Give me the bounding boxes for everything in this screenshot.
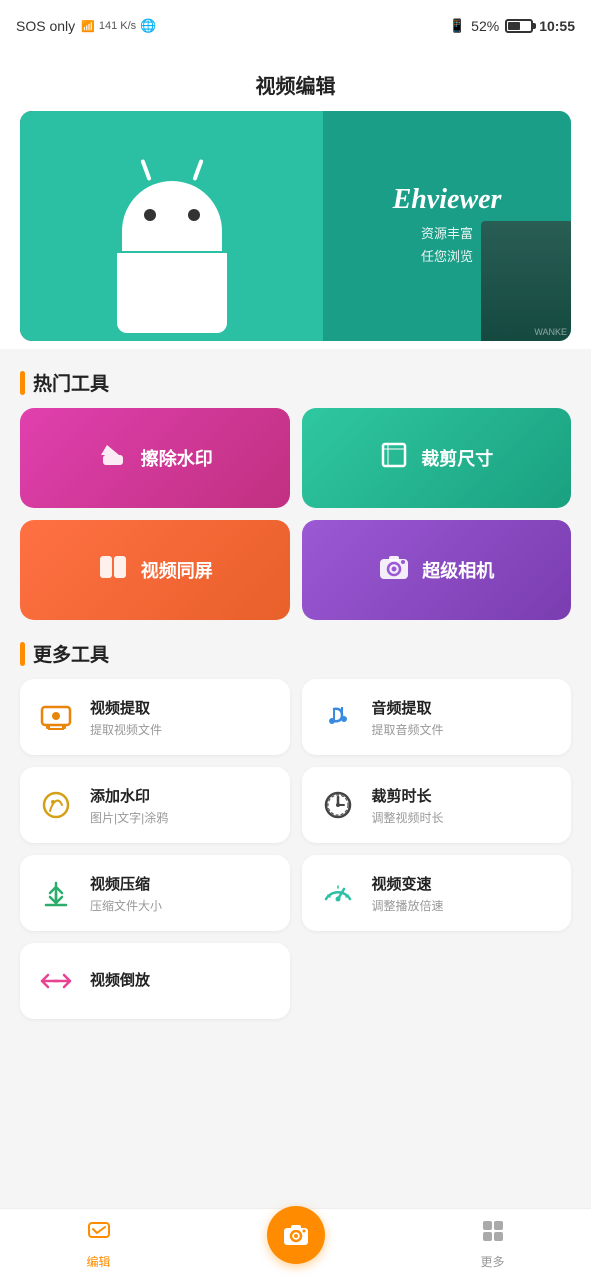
split-icon: [97, 551, 129, 590]
signal-icon: 📶: [81, 20, 95, 33]
nav-edit[interactable]: 编辑: [0, 1219, 197, 1270]
audio-extract-desc: 提取音频文件: [372, 721, 444, 738]
robot-body: [117, 253, 227, 333]
banner-subtitle: 资源丰富 任您浏览: [421, 222, 473, 269]
hot-tools-header: 热门工具: [0, 349, 591, 408]
tool-audio-extract[interactable]: 音频提取 提取音频文件: [302, 679, 572, 755]
main-content: 热门工具 擦除水印 裁剪尺寸: [0, 349, 591, 1099]
reverse-icon: [34, 959, 78, 1003]
tool-reverse[interactable]: 视频倒放: [20, 943, 290, 1019]
speed-text: 视频变速 调整播放倍速: [372, 873, 444, 914]
banner-android: [20, 111, 323, 341]
add-watermark-icon: [34, 783, 78, 827]
tool-super-camera[interactable]: 超级相机: [302, 520, 572, 620]
erase-icon: [97, 439, 129, 478]
antenna-right: [192, 159, 203, 181]
trim-name: 裁剪时长: [372, 785, 444, 806]
more-tools-title: 更多工具: [33, 640, 109, 667]
sim-icon: 📱: [449, 18, 465, 34]
banner-right: Ehviewer 资源丰富 任您浏览 WANKE: [323, 111, 571, 341]
more-tools-header: 更多工具: [0, 620, 591, 679]
split-label: 视频同屏: [141, 557, 213, 583]
more-tools-accent: [20, 642, 25, 666]
more-nav-icon: [481, 1219, 505, 1249]
tool-erase-watermark[interactable]: 擦除水印: [20, 408, 290, 508]
tool-trim[interactable]: 裁剪时长 调整视频时长: [302, 767, 572, 843]
android-robot: [92, 181, 252, 341]
camera-nav-button[interactable]: [267, 1206, 325, 1264]
tool-speed[interactable]: 视频变速 调整播放倍速: [302, 855, 572, 931]
banner-image: [481, 221, 571, 341]
banner[interactable]: 春 Ehviewer 资源丰富: [20, 111, 571, 341]
edit-nav-label: 编辑: [86, 1253, 110, 1270]
video-extract-icon: [34, 695, 78, 739]
camera-label: 超级相机: [422, 557, 494, 583]
compress-text: 视频压缩 压缩文件大小: [90, 873, 162, 914]
extra-icon: 🌐: [140, 18, 156, 34]
audio-extract-text: 音频提取 提取音频文件: [372, 697, 444, 738]
audio-extract-icon: [316, 695, 360, 739]
add-watermark-name: 添加水印: [90, 785, 168, 806]
nav-more[interactable]: 更多: [394, 1219, 591, 1270]
hot-tools-grid: 擦除水印 裁剪尺寸 视频同屏: [0, 408, 591, 620]
tool-video-extract[interactable]: 视频提取 提取视频文件: [20, 679, 290, 755]
status-icons: 📶 141 K/s 🌐: [81, 18, 156, 34]
hot-tools-title: 热门工具: [33, 369, 109, 396]
page-title: 视频编辑: [0, 52, 591, 111]
tool-add-watermark[interactable]: 添加水印 图片|文字|涂鸦: [20, 767, 290, 843]
time: 10:55: [539, 18, 575, 34]
tool-crop-size[interactable]: 裁剪尺寸: [302, 408, 572, 508]
video-extract-desc: 提取视频文件: [90, 721, 162, 738]
antenna-left: [140, 159, 151, 181]
video-extract-name: 视频提取: [90, 697, 162, 718]
speed-name: 视频变速: [372, 873, 444, 894]
sos-text: SOS only: [16, 18, 75, 34]
nav-camera[interactable]: [197, 1206, 394, 1264]
crop-icon: [379, 440, 409, 477]
trim-icon: [316, 783, 360, 827]
bottom-nav: 编辑 更多: [0, 1208, 591, 1280]
eye-right: [188, 209, 200, 221]
crop-label: 裁剪尺寸: [421, 445, 493, 471]
edit-nav-icon: [87, 1219, 111, 1249]
status-right: 📱 52% 10:55: [449, 18, 575, 34]
eye-left: [144, 209, 156, 221]
battery-percent: 52%: [471, 18, 499, 34]
audio-extract-name: 音频提取: [372, 697, 444, 718]
speed-icon: [316, 871, 360, 915]
add-watermark-desc: 图片|文字|涂鸦: [90, 809, 168, 826]
banner-watermark: WANKE: [534, 327, 567, 337]
battery-icon: [505, 19, 533, 33]
speed-text: 141 K/s: [99, 20, 136, 32]
more-tools-grid: 视频提取 提取视频文件 音频提取 提取音频文件: [0, 679, 591, 1019]
status-bar: SOS only 📶 141 K/s 🌐 📱 52% 10:55: [0, 0, 591, 52]
super-camera-icon: [378, 551, 410, 590]
trim-desc: 调整视频时长: [372, 809, 444, 826]
erase-label: 擦除水印: [141, 445, 213, 471]
hot-tools-accent: [20, 371, 25, 395]
compress-name: 视频压缩: [90, 873, 162, 894]
reverse-text: 视频倒放: [90, 969, 150, 993]
compress-desc: 压缩文件大小: [90, 897, 162, 914]
more-nav-label: 更多: [480, 1253, 504, 1270]
add-watermark-text: 添加水印 图片|文字|涂鸦: [90, 785, 168, 826]
tool-split-screen[interactable]: 视频同屏: [20, 520, 290, 620]
reverse-name: 视频倒放: [90, 969, 150, 990]
trim-text: 裁剪时长 调整视频时长: [372, 785, 444, 826]
video-extract-text: 视频提取 提取视频文件: [90, 697, 162, 738]
compress-icon: [34, 871, 78, 915]
tool-compress[interactable]: 视频压缩 压缩文件大小: [20, 855, 290, 931]
banner-title: Ehviewer: [393, 184, 502, 216]
speed-desc: 调整播放倍速: [372, 897, 444, 914]
